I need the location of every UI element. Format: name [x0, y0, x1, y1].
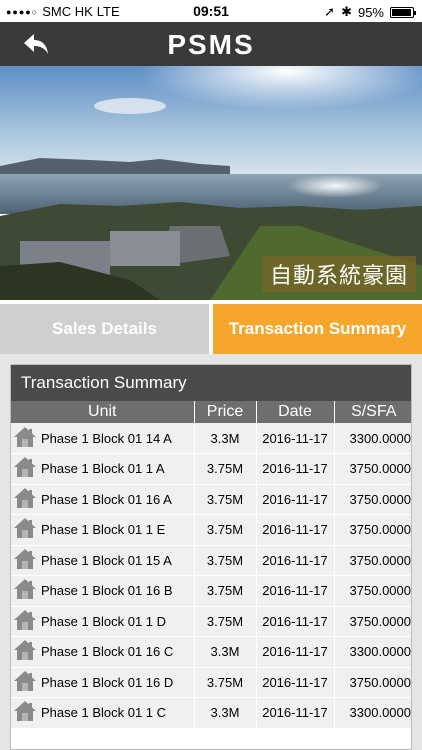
cell-ssfa: 3750.0000 [334, 667, 411, 698]
table-row[interactable]: Phase 1 Block 01 1 E 3.75M 2016-11-17 3750.… [11, 514, 411, 546]
content-area: Transaction Summary Unit Price Date S/SF… [0, 354, 422, 750]
cell-ssfa: 3300.0000 [334, 697, 411, 729]
battery-icon [390, 6, 416, 18]
cell-ssfa: 3750.0000 [334, 575, 411, 607]
cell-date: 2016-11-17 [256, 484, 335, 515]
cell-date: 2016-11-17 [256, 453, 335, 485]
cell-date: 2016-11-17 [256, 667, 335, 698]
house-icon [13, 487, 37, 512]
unit-text: Phase 1 Block 01 16 B [41, 583, 173, 599]
cell-unit: Phase 1 Block 01 1 D [11, 606, 195, 637]
transaction-summary-card: Transaction Summary Unit Price Date S/SF… [10, 364, 412, 750]
cell-date: 2016-11-17 [256, 423, 335, 454]
cell-price: 3.75M [194, 453, 257, 485]
house-icon [13, 639, 37, 664]
cell-price: 3.3M [194, 697, 257, 729]
app-logo: PSMS [167, 29, 255, 60]
cell-price: 3.3M [194, 423, 257, 454]
cell-ssfa: 3750.0000 [334, 545, 411, 576]
cell-unit: Phase 1 Block 01 16 C [11, 636, 195, 668]
cell-unit: Phase 1 Block 01 15 A [11, 545, 195, 576]
cell-price: 3.75M [194, 667, 257, 698]
cell-unit: Phase 1 Block 01 16 D [11, 667, 195, 698]
house-icon [13, 456, 37, 481]
transaction-table: Unit Price Date S/SFA Phase 1 Block 01 1… [11, 401, 411, 729]
cell-date: 2016-11-17 [256, 545, 335, 576]
cell-ssfa: 3750.0000 [334, 514, 411, 546]
cell-price: 3.75M [194, 606, 257, 637]
unit-text: Phase 1 Block 01 14 A [41, 430, 172, 446]
cell-price: 3.3M [194, 636, 257, 668]
cell-unit: Phase 1 Block 01 16 B [11, 575, 195, 607]
battery-fill [392, 8, 411, 16]
location-icon: ➚ [324, 4, 336, 19]
house-icon [13, 578, 37, 603]
house-icon [13, 670, 37, 695]
table-row[interactable]: Phase 1 Block 01 16 B 3.75M 2016-11-17 3750… [11, 575, 411, 607]
cell-price: 3.75M [194, 514, 257, 546]
unit-text: Phase 1 Block 01 1 C [41, 705, 167, 721]
column-header-ssfa: S/SFA [334, 401, 411, 423]
cell-date: 2016-11-17 [256, 606, 335, 637]
house-icon [13, 426, 37, 451]
cell-price: 3.75M [194, 484, 257, 515]
unit-text: Phase 1 Block 01 16 A [41, 491, 172, 507]
table-row[interactable]: Phase 1 Block 01 1 A 3.75M 2016-11-17 3750.… [11, 453, 411, 485]
status-bar: ●●●●○ SMC HK LTE 09:51 ➚ ✱ 95% [0, 0, 422, 22]
table-row[interactable]: Phase 1 Block 01 16 C 3.3M 2016-11-17 3300.… [11, 636, 411, 668]
cell-unit: Phase 1 Block 01 14 A [11, 423, 195, 454]
nav-bar: PSMS [0, 22, 422, 66]
tab-transaction-summary[interactable]: Transaction Summary [213, 304, 422, 354]
house-icon [13, 609, 37, 634]
table-row[interactable]: Phase 1 Block 01 1 D 3.75M 2016-11-17 3750.… [11, 606, 411, 637]
bluetooth-icon: ✱ [341, 4, 352, 19]
unit-text: Phase 1 Block 01 15 A [41, 552, 172, 568]
cell-ssfa: 3750.0000 [334, 606, 411, 637]
card-title: Transaction Summary [11, 365, 411, 401]
table-row[interactable]: Phase 1 Block 01 15 A 3.75M 2016-11-17 3750… [11, 545, 411, 576]
house-icon [13, 700, 37, 725]
cell-unit: Phase 1 Block 01 1 E [11, 514, 195, 546]
table-header-row: Unit Price Date S/SFA [11, 401, 411, 423]
column-header-date: Date [256, 401, 335, 423]
cell-date: 2016-11-17 [256, 575, 335, 607]
unit-text: Phase 1 Block 01 16 C [41, 644, 174, 660]
table-row[interactable]: Phase 1 Block 01 16 D 3.75M 2016-11-17 3750… [11, 667, 411, 698]
cell-ssfa: 3300.0000 [334, 423, 411, 454]
column-header-price: Price [194, 401, 257, 423]
battery-percent: 95% [357, 4, 384, 20]
cell-price: 3.75M [194, 575, 257, 607]
cell-ssfa: 3750.0000 [334, 484, 411, 515]
table-row[interactable]: Phase 1 Block 01 16 A 3.75M 2016-11-17 3750… [11, 484, 411, 515]
cell-date: 2016-11-17 [256, 514, 335, 546]
table-row[interactable]: Phase 1 Block 01 14 A 3.3M 2016-11-17 3300.… [11, 423, 411, 454]
cell-unit: Phase 1 Block 01 1 C [11, 697, 195, 729]
cell-date: 2016-11-17 [256, 636, 335, 668]
cell-unit: Phase 1 Block 01 1 A [11, 453, 195, 485]
house-icon [13, 517, 37, 542]
house-icon [13, 548, 37, 573]
column-header-unit: Unit [11, 401, 195, 423]
unit-text: Phase 1 Block 01 1 A [41, 461, 165, 477]
tab-bar: Sales Details Transaction Summary [0, 300, 422, 354]
unit-text: Phase 1 Block 01 1 D [41, 613, 167, 629]
hero-image: 自動系統豪園 [0, 66, 422, 300]
cell-ssfa: 3300.0000 [334, 636, 411, 668]
cell-unit: Phase 1 Block 01 16 A [11, 484, 195, 515]
cell-date: 2016-11-17 [256, 697, 335, 729]
table-row[interactable]: Phase 1 Block 01 1 C 3.3M 2016-11-17 3300.0… [11, 697, 411, 729]
cell-ssfa: 3750.0000 [334, 453, 411, 485]
unit-text: Phase 1 Block 01 1 E [41, 522, 166, 538]
unit-text: Phase 1 Block 01 16 D [41, 674, 174, 690]
cell-price: 3.75M [194, 545, 257, 576]
tab-sales-details[interactable]: Sales Details [0, 304, 209, 354]
hero-caption: 自動系統豪園 [261, 256, 416, 292]
